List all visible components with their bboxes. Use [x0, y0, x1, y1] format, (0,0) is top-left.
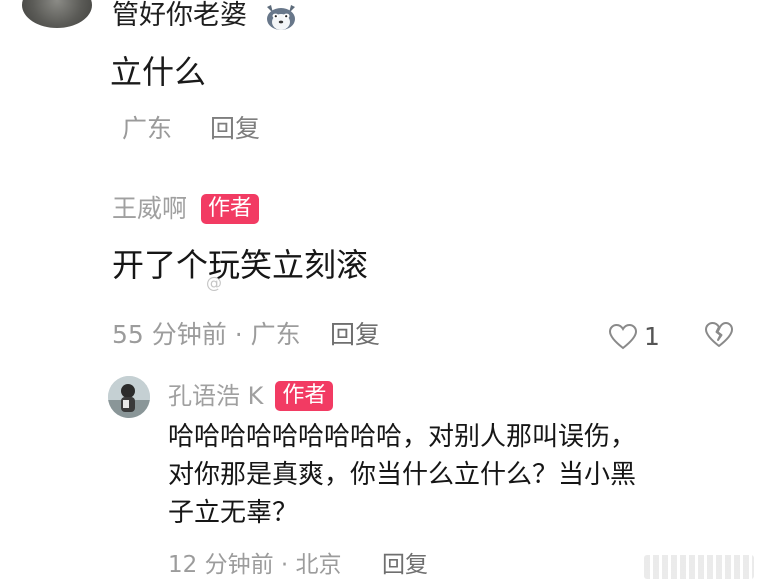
- watermark: [644, 555, 754, 579]
- author-name[interactable]: 孔语浩 K: [168, 380, 263, 412]
- like-button[interactable]: 1: [608, 319, 660, 355]
- comment-meta: 55 分钟前 · 广东 回复 1: [112, 317, 752, 353]
- reply-button[interactable]: 回复: [210, 112, 260, 146]
- timestamp-location: 55 分钟前 · 广东: [112, 320, 301, 349]
- timestamp-location: 12 分钟前 · 北京: [168, 552, 342, 578]
- comment-text: 立什么: [110, 53, 207, 91]
- reply-text-line: 哈哈哈哈哈哈哈哈哈，对别人那叫误伤，: [168, 422, 637, 452]
- comment-meta: 12 分钟前 · 北京 回复: [168, 548, 428, 582]
- husky-face-icon: [267, 5, 295, 30]
- comment-author-row: 孔语浩 K 作者: [168, 380, 334, 412]
- location-label: 广东: [122, 114, 173, 143]
- comment-text: 管好你老婆: [112, 0, 247, 31]
- reply-text-line: 对你那是真爽，你当什么立什么？当小黑: [168, 460, 637, 490]
- comment-text: 开了个玩笑立刻滚: [112, 246, 369, 284]
- heart-icon: [608, 323, 638, 350]
- author-badge: 作者: [201, 194, 260, 224]
- comment-author-row: 王威啊 作者: [112, 192, 260, 226]
- avatar[interactable]: [22, 0, 92, 28]
- watermark: @: [206, 273, 222, 292]
- reply-button[interactable]: 回复: [382, 548, 428, 582]
- comment-meta: 广东 回复: [122, 112, 260, 146]
- reply-button[interactable]: 回复: [330, 317, 380, 353]
- avatar[interactable]: [108, 376, 150, 418]
- reply-text-line: 子立无辜？: [168, 498, 299, 528]
- avatar-image: [108, 376, 150, 418]
- author-name[interactable]: 王威啊: [112, 192, 187, 226]
- dislike-button[interactable]: [704, 321, 734, 359]
- author-badge: 作者: [275, 381, 334, 411]
- broken-heart-icon: [705, 322, 733, 347]
- reply-text: 哈哈哈哈哈哈哈哈哈，对别人那叫误伤， 对你那是真爽，你当什么立什么？当小黑 子立…: [168, 418, 738, 532]
- like-count: 1: [644, 322, 660, 351]
